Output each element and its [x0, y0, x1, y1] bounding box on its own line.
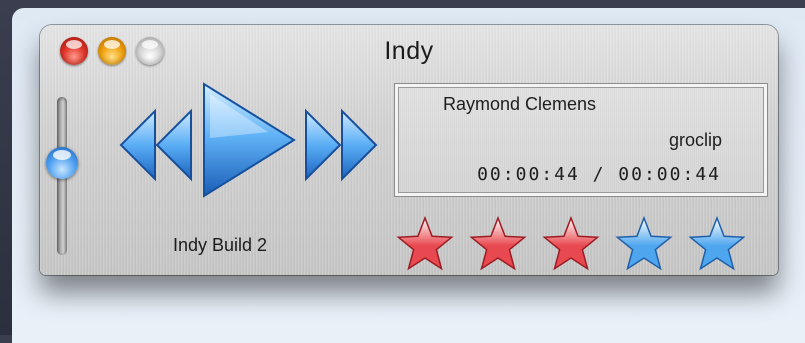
- rating-star-1[interactable]: [395, 215, 455, 273]
- artist-name: Raymond Clemens: [443, 94, 597, 114]
- rewind-button[interactable]: [117, 105, 195, 185]
- rewind-icon: [119, 108, 192, 182]
- play-button[interactable]: [198, 80, 298, 200]
- play-icon: [203, 82, 296, 198]
- star-empty-icon: [615, 215, 673, 271]
- now-playing-display: Raymond Clemens groclip 00:00:44 / 00:00…: [394, 83, 768, 197]
- fast-forward-button[interactable]: [302, 105, 380, 185]
- star-filled-icon: [396, 215, 454, 271]
- rating-star-5[interactable]: [687, 215, 747, 273]
- star-filled-icon: [542, 215, 600, 271]
- rating-star-2[interactable]: [468, 215, 528, 273]
- fast-forward-icon: [305, 108, 378, 182]
- build-label: Indy Build 2: [173, 235, 268, 255]
- rating-star-4[interactable]: [614, 215, 674, 273]
- star-filled-icon: [469, 215, 527, 271]
- time-readout: 00:00:44 / 00:00:44: [477, 164, 721, 185]
- player-window: Indy Indy Build 2 Raymond Clemens grocli…: [40, 25, 778, 275]
- rating-star-3[interactable]: [541, 215, 601, 273]
- star-empty-icon: [688, 215, 746, 271]
- track-name: groclip: [668, 130, 722, 150]
- window-title: Indy: [384, 37, 434, 65]
- volume-slider-thumb[interactable]: [46, 147, 78, 180]
